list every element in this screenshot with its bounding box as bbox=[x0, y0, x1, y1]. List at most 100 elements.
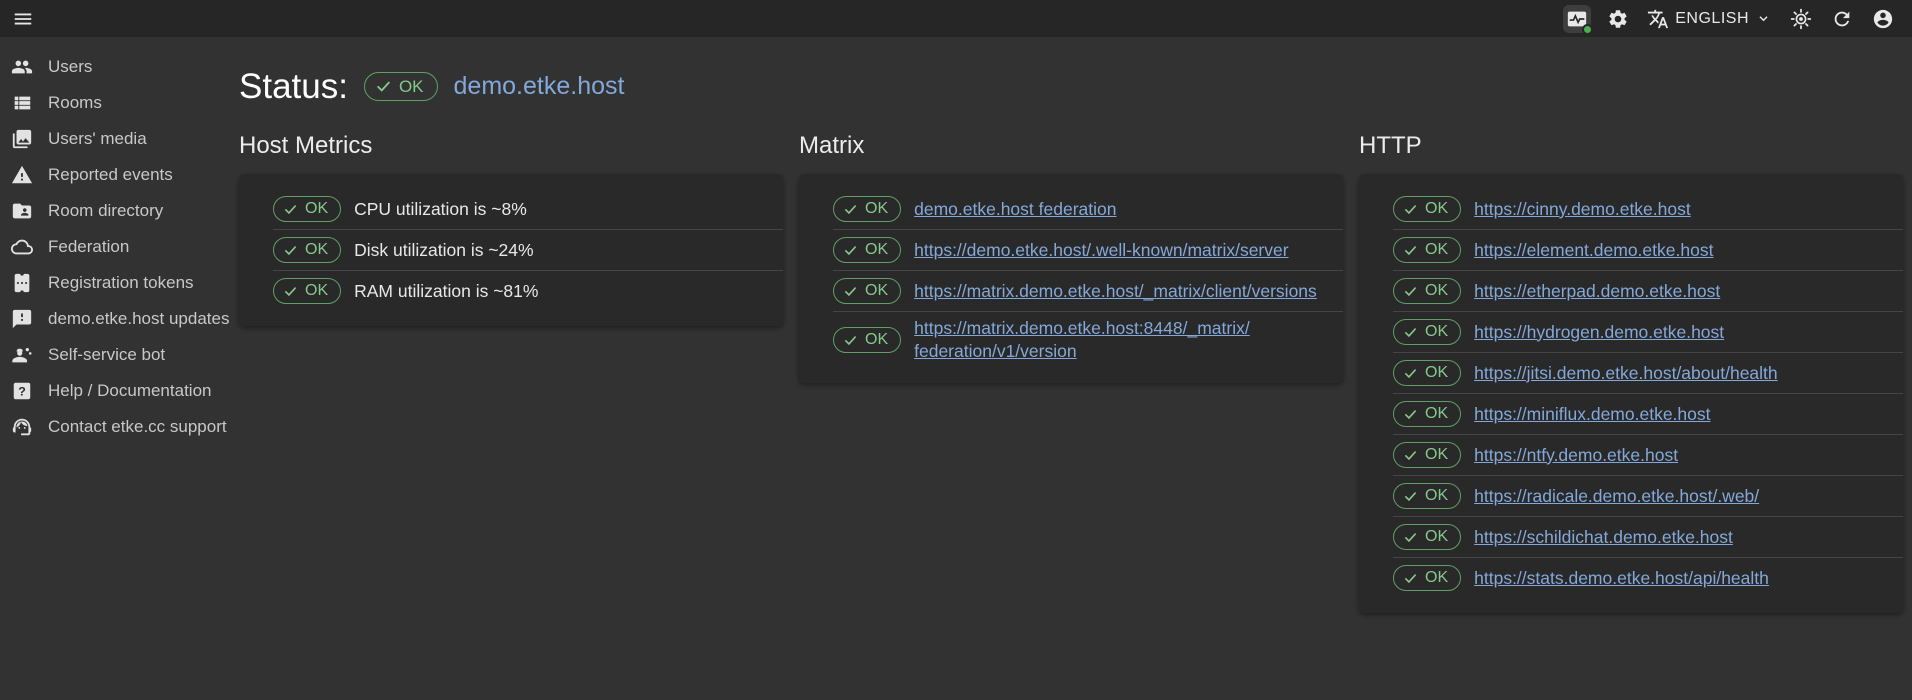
status-row: OKhttps:/​/​radicale.demo.etke.host/​.we… bbox=[1359, 476, 1903, 516]
status-link[interactable]: https:/​/​stats.demo.etke.host/​api/​hea… bbox=[1474, 567, 1769, 590]
ok-chip-label: OK bbox=[1425, 529, 1448, 545]
sidebar-item-label: Self-service bot bbox=[48, 345, 165, 365]
ok-chip: OK bbox=[273, 196, 341, 222]
ok-chip-label: OK bbox=[865, 332, 888, 348]
ticket-icon bbox=[11, 272, 33, 294]
refresh-icon bbox=[1831, 8, 1853, 30]
check-icon bbox=[1403, 202, 1418, 217]
account-circle-icon bbox=[1872, 8, 1894, 30]
ok-chip-label: OK bbox=[1425, 406, 1448, 422]
status-row: OK https:/​/​matrix.demo.etke.host/​_matr… bbox=[799, 271, 1343, 311]
settings-button[interactable] bbox=[1604, 5, 1632, 33]
status-row: OK https:/​/​jitsi.demo.etke.host/​about/… bbox=[1359, 353, 1903, 393]
status-row: OK https:/​/​etherpad.demo.etke.host bbox=[1359, 271, 1903, 311]
cloud-icon bbox=[11, 236, 33, 258]
ok-chip: OK bbox=[1393, 360, 1461, 386]
status-text: RAM utilization is ~81% bbox=[354, 280, 538, 303]
list-icon bbox=[11, 92, 33, 114]
column-title: Matrix bbox=[799, 132, 1343, 159]
status-link[interactable]: https:/​/​element.demo.etke.host bbox=[1474, 239, 1713, 262]
status-link[interactable]: https:/​/​ntfy.demo.etke.host bbox=[1474, 444, 1678, 467]
sidebar-item-reported-events[interactable]: Reported events bbox=[0, 157, 239, 193]
sidebar-item-self-service-bot[interactable]: Self-service bot bbox=[0, 337, 239, 373]
sidebar-item-contact-support[interactable]: Contact etke.cc support bbox=[0, 409, 239, 445]
check-icon bbox=[843, 202, 858, 217]
status-columns: Host MetricsOKCPU utilization is ~8%OKDi… bbox=[239, 132, 1912, 613]
refresh-button[interactable] bbox=[1828, 5, 1856, 33]
check-icon bbox=[1403, 530, 1418, 545]
monitoring-button[interactable] bbox=[1563, 5, 1591, 33]
check-icon bbox=[843, 333, 858, 348]
sidebar-item-rooms[interactable]: Rooms bbox=[0, 85, 239, 121]
status-row: OK demo.etke.host federation bbox=[799, 189, 1343, 229]
ok-chip: OK bbox=[833, 327, 901, 353]
theme-button[interactable] bbox=[1787, 5, 1815, 33]
account-button[interactable] bbox=[1869, 5, 1897, 33]
sidebar-item-users[interactable]: Users bbox=[0, 49, 239, 85]
status-row: OKhttps:/​/​ntfy.demo.etke.host bbox=[1359, 435, 1903, 475]
status-row: OK https:/​/​stats.demo.etke.host/​api/​h… bbox=[1359, 558, 1903, 598]
status-row: OK https:/​/​schildichat.demo.etke.host bbox=[1359, 517, 1903, 557]
ok-chip: OK bbox=[833, 237, 901, 263]
sidebar-item-registration-tokens[interactable]: Registration tokens bbox=[0, 265, 239, 301]
ok-chip-label: OK bbox=[1425, 242, 1448, 258]
language-select[interactable]: ENGLISH bbox=[1645, 8, 1774, 30]
status-ok-chip: OK bbox=[364, 72, 438, 101]
warning-icon bbox=[11, 164, 33, 186]
ok-chip-label: OK bbox=[1425, 201, 1448, 217]
ok-chip-label: OK bbox=[865, 201, 888, 217]
sidebar: Users Rooms Users' media Reported eventsRoo… bbox=[0, 37, 239, 445]
status-text: CPU utilization is ~8% bbox=[354, 198, 527, 221]
check-icon bbox=[283, 284, 298, 299]
status-link[interactable]: https:/​/​hydrogen.demo.etke.host bbox=[1474, 321, 1724, 344]
photo-library-icon bbox=[11, 128, 33, 150]
main-content: Status: OK demo.etke.host Host MetricsOK… bbox=[239, 37, 1912, 613]
ok-chip-label: OK bbox=[305, 201, 328, 217]
hostname-link[interactable]: demo.etke.host bbox=[454, 72, 625, 101]
status-link[interactable]: https:/​/​matrix.demo.etke.host/​_matrix… bbox=[914, 280, 1317, 303]
sidebar-item-label: Users' media bbox=[48, 129, 147, 149]
sidebar-item-help[interactable]: ?Help / Documentation bbox=[0, 373, 239, 409]
status-link[interactable]: https:/​/​etherpad.demo.etke.host bbox=[1474, 280, 1720, 303]
status-row: OK https:/​/​element.demo.etke.host bbox=[1359, 230, 1903, 270]
sidebar-item-users-media[interactable]: Users' media bbox=[0, 121, 239, 157]
ok-chip: OK bbox=[1393, 565, 1461, 591]
ok-chip-label: OK bbox=[865, 283, 888, 299]
check-icon bbox=[1403, 407, 1418, 422]
status-link[interactable]: https:/​/​demo.etke.host/​.well-known/​m… bbox=[914, 239, 1288, 262]
chevron-down-icon bbox=[1755, 10, 1772, 27]
status-link[interactable]: https:/​/​matrix.demo.etke.host:8448/​_m… bbox=[914, 317, 1329, 363]
column-title: HTTP bbox=[1359, 132, 1903, 159]
ok-chip-label: OK bbox=[1425, 283, 1448, 299]
sidebar-item-label: demo.etke.host updates bbox=[48, 309, 229, 329]
sidebar-item-label: Rooms bbox=[48, 93, 102, 113]
ok-chip: OK bbox=[273, 237, 341, 263]
ok-chip-label: OK bbox=[1425, 570, 1448, 586]
sidebar-item-room-directory[interactable]: Room directory bbox=[0, 193, 239, 229]
sidebar-item-federation[interactable]: Federation bbox=[0, 229, 239, 265]
ok-chip: OK bbox=[1393, 278, 1461, 304]
ok-chip: OK bbox=[833, 196, 901, 222]
menu-button[interactable] bbox=[9, 5, 37, 33]
status-link[interactable]: demo.etke.host federation bbox=[914, 198, 1116, 221]
sidebar-item-label: Users bbox=[48, 57, 92, 77]
status-link[interactable]: https:/​/​jitsi.demo.etke.host/​about/​h… bbox=[1474, 362, 1778, 385]
check-icon bbox=[1403, 325, 1418, 340]
status-link[interactable]: https:/​/​cinny.demo.etke.host bbox=[1474, 198, 1691, 221]
status-link[interactable]: https:/​/​schildichat.demo.etke.host bbox=[1474, 526, 1733, 549]
ok-chip: OK bbox=[1393, 319, 1461, 345]
status-link[interactable]: https:/​/​radicale.demo.etke.host/​.web/… bbox=[1474, 485, 1759, 508]
ok-chip-label: OK bbox=[865, 242, 888, 258]
ok-chip: OK bbox=[273, 278, 341, 304]
sidebar-item-updates[interactable]: demo.etke.host updates bbox=[0, 301, 239, 337]
status-row: OK https:/​/​cinny.demo.etke.host bbox=[1359, 189, 1903, 229]
status-row: OK https:/​/​matrix.demo.etke.host:8448/​… bbox=[799, 312, 1343, 368]
ok-chip-label: OK bbox=[305, 283, 328, 299]
hamburger-icon bbox=[12, 8, 34, 30]
ok-chip-label: OK bbox=[1425, 365, 1448, 381]
svg-text:?: ? bbox=[18, 385, 26, 399]
sidebar-item-label: Contact etke.cc support bbox=[48, 417, 227, 437]
sidebar-item-label: Registration tokens bbox=[48, 273, 194, 293]
status-chip-label: OK bbox=[399, 78, 424, 95]
status-link[interactable]: https:/​/​miniflux.demo.etke.host bbox=[1474, 403, 1710, 426]
